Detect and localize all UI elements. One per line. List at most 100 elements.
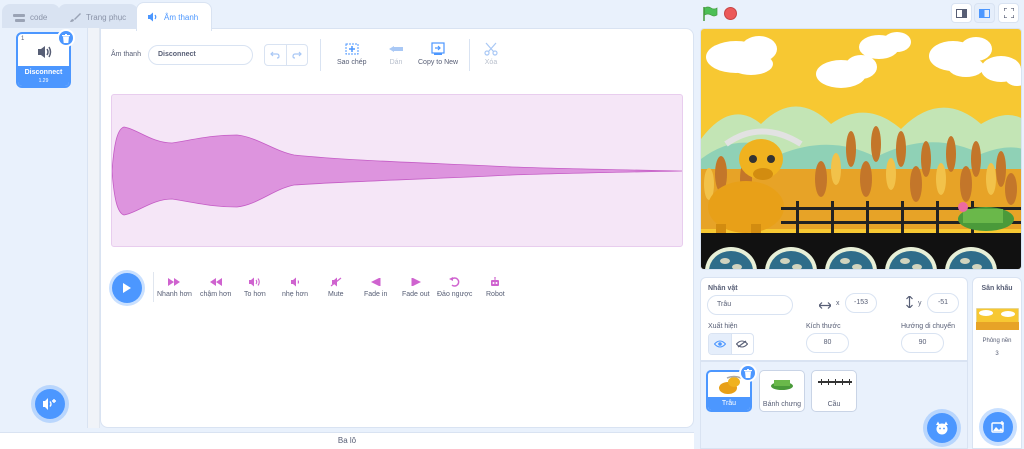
effect-louder-button[interactable]: To hơn xyxy=(244,277,266,298)
hide-sprite-button[interactable] xyxy=(732,334,754,354)
copy-to-new-button[interactable]: Copy to New xyxy=(418,42,458,66)
backpack-bar[interactable]: Ba lô xyxy=(0,432,694,449)
sprite-name: Cầu xyxy=(827,401,841,408)
mute-icon xyxy=(330,277,342,287)
faster-icon xyxy=(168,278,181,286)
effect-reverse-label: Đảo ngược xyxy=(437,291,473,298)
sprite-label: Nhân vật xyxy=(708,285,738,292)
reverse-icon xyxy=(448,277,460,287)
paintbrush-icon xyxy=(70,12,81,22)
stage-canvas[interactable] xyxy=(700,28,1022,270)
speaker-icon xyxy=(38,46,52,58)
sprite-info-panel: Nhân vật Trâu x -153 y -51 Xuất hiện Kíc… xyxy=(700,277,968,361)
sound-tile-number: 1 xyxy=(21,36,25,42)
sound-list-scrollbar[interactable] xyxy=(88,28,100,428)
slower-icon xyxy=(209,278,222,286)
add-sound-icon xyxy=(43,398,56,410)
sprite-tile-cau[interactable]: Cầu xyxy=(811,370,857,412)
sprite-name: Trâu xyxy=(708,397,750,410)
normal-stage-icon xyxy=(979,8,990,18)
sound-tile-name: Disconnect 1.29 xyxy=(18,66,69,86)
effect-robot-button[interactable]: Robot xyxy=(486,277,505,298)
choose-backdrop-button[interactable] xyxy=(983,412,1013,442)
sound-name-input[interactable]: Disconnect xyxy=(148,45,253,65)
toolbar-divider xyxy=(469,39,470,71)
stage-panel-title: Sân khấu xyxy=(981,285,1013,292)
tab-code[interactable]: code xyxy=(2,4,60,30)
effect-robot-label: Robot xyxy=(486,291,505,298)
paste-icon xyxy=(389,46,403,52)
effect-slower-button[interactable]: chậm hơn xyxy=(200,277,231,298)
effect-louder-label: To hơn xyxy=(244,291,266,298)
waveform-shape xyxy=(112,126,682,216)
effect-softer-button[interactable]: nhẹ hơn xyxy=(282,277,308,298)
code-blocks-icon xyxy=(13,13,25,22)
sound-waveform xyxy=(112,126,682,216)
effect-reverse-button[interactable]: Đảo ngược xyxy=(437,277,472,298)
delete-sprite-button[interactable] xyxy=(739,364,757,382)
delete-label: Xóa xyxy=(484,59,498,66)
y-input[interactable]: -51 xyxy=(927,293,959,313)
x-label: x xyxy=(836,300,840,307)
copy-label: Sao chép xyxy=(337,59,367,66)
effect-fade-in-button[interactable]: Fade in xyxy=(364,277,387,298)
paste-label: Dán xyxy=(389,59,403,66)
fullscreen-button[interactable] xyxy=(998,3,1019,23)
small-stage-button[interactable] xyxy=(951,3,972,23)
effect-faster-button[interactable]: Nhanh hơn xyxy=(157,277,192,298)
redo-icon xyxy=(292,51,302,59)
green-flag-button[interactable] xyxy=(702,6,718,24)
louder-icon xyxy=(248,277,260,287)
play-icon xyxy=(123,283,131,293)
sprite-name-input[interactable]: Trâu xyxy=(707,295,793,315)
stage-scene xyxy=(701,29,1021,269)
undo-icon xyxy=(270,51,280,59)
copy-button[interactable]: Sao chép xyxy=(337,42,367,66)
effect-mute-button[interactable]: Mute xyxy=(328,277,344,298)
direction-input[interactable]: 90 xyxy=(901,333,944,353)
show-sprite-button[interactable] xyxy=(709,334,732,354)
tab-costumes-label: Trang phục xyxy=(86,13,127,22)
sprite-name: Bánh chưng xyxy=(762,401,802,408)
tab-sounds[interactable]: Âm thanh xyxy=(136,2,212,31)
waveform-canvas[interactable] xyxy=(111,94,683,247)
tab-costumes[interactable]: Trang phục xyxy=(58,4,138,30)
undo-button[interactable] xyxy=(265,45,287,65)
effect-faster-label: Nhanh hơn xyxy=(157,291,192,298)
visibility-toggle xyxy=(708,333,754,355)
effect-fade-out-button[interactable]: Fade out xyxy=(402,277,430,298)
stop-button[interactable] xyxy=(724,7,737,20)
delete-sound-button[interactable] xyxy=(57,29,75,47)
add-sound-button[interactable] xyxy=(35,389,65,419)
sound-name-label: Âm thanh xyxy=(111,51,141,58)
vertical-arrow-icon xyxy=(906,296,913,308)
size-input[interactable]: 80 xyxy=(806,333,849,353)
effect-fade-in-label: Fade in xyxy=(364,291,388,298)
play-sound-button[interactable] xyxy=(112,273,142,303)
copy-selection-icon xyxy=(345,43,359,55)
effect-fade-out-label: Fade out xyxy=(402,291,430,298)
add-sprite-icon xyxy=(936,421,948,435)
copy-to-new-icon xyxy=(431,42,445,55)
effect-mute-label: Mute xyxy=(328,291,344,298)
backpack-label: Ba lô xyxy=(337,436,357,445)
normal-stage-button[interactable] xyxy=(974,3,995,23)
fullscreen-icon xyxy=(1003,8,1014,18)
horizontal-arrow-icon xyxy=(819,302,831,309)
delete-button[interactable]: Xóa xyxy=(484,42,498,66)
add-sprite-button[interactable] xyxy=(927,413,957,443)
small-stage-icon xyxy=(956,8,967,18)
sound-name-text: Disconnect xyxy=(24,69,63,76)
trash-icon xyxy=(744,368,752,378)
tab-code-label: code xyxy=(30,13,48,22)
effect-slower-label: chậm hơn xyxy=(200,291,232,298)
eye-icon xyxy=(713,340,726,348)
paste-button[interactable]: Dán xyxy=(388,42,404,66)
tab-sounds-label: Âm thanh xyxy=(164,12,199,22)
x-input[interactable]: -153 xyxy=(845,293,877,313)
backdrops-count: 3 xyxy=(995,351,999,357)
sprite-tile-banh-chung[interactable]: Bánh chưng xyxy=(759,370,805,412)
fade-out-icon xyxy=(411,278,421,286)
effect-softer-label: nhẹ hơn xyxy=(282,291,309,298)
redo-button[interactable] xyxy=(287,45,308,65)
